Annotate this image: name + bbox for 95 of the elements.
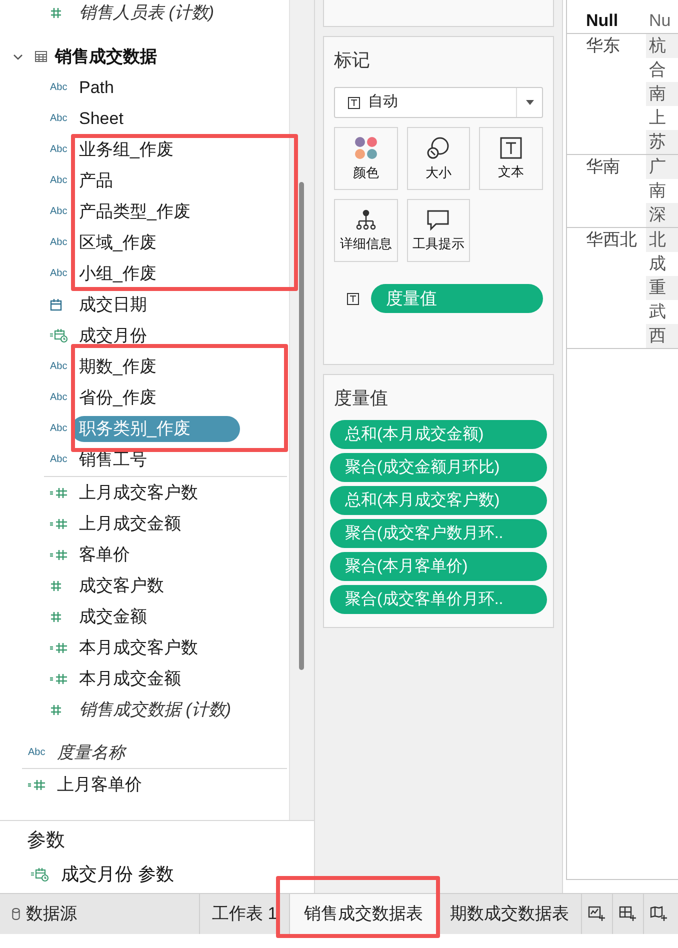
string-type-icon: Abc	[50, 206, 68, 216]
field-item[interactable]: 产品类型_作废	[71, 198, 198, 224]
new-worksheet-icon	[588, 906, 606, 922]
string-type-icon: Abc	[50, 362, 68, 372]
mark-property-button[interactable]: 文本	[479, 127, 543, 190]
field-item[interactable]: 度量名称	[49, 740, 133, 766]
field-item[interactable]: 本月成交金额	[71, 666, 189, 692]
field-item[interactable]: Sheet	[71, 106, 132, 132]
field-item[interactable]: 销售人员表 (计数)	[71, 0, 222, 26]
table-name[interactable]: 销售成交数据	[55, 44, 157, 70]
calculated-number-icon	[50, 672, 67, 684]
field-item[interactable]: 销售工号	[71, 446, 155, 472]
number-type-icon	[50, 704, 62, 716]
string-type-icon: Abc	[50, 114, 68, 124]
mark-property-button[interactable]: 大小	[406, 127, 470, 190]
number-type-icon	[50, 580, 62, 592]
field-item[interactable]: 产品	[71, 168, 121, 194]
chevron-icon[interactable]	[13, 52, 23, 62]
table-cell-text: 上	[648, 107, 667, 129]
table-cell-text: 成	[648, 253, 667, 275]
table-cell: 重	[646, 276, 678, 300]
field-item[interactable]: 区域_作废	[71, 230, 164, 256]
field-item[interactable]: 成交月份	[71, 322, 155, 348]
table-cell-text: 南	[648, 180, 667, 202]
table-cell-text: 武	[648, 301, 667, 323]
string-type-icon: Abc	[28, 748, 46, 758]
calendar-clock-icon	[50, 328, 68, 342]
string-type-icon: Abc	[50, 268, 68, 278]
table-cell: 苏	[646, 130, 678, 154]
table-cell: 西	[646, 324, 678, 348]
calculated-number-icon	[50, 642, 67, 654]
calculated-number-icon	[50, 486, 67, 498]
field-item[interactable]: 省份_作废	[71, 384, 164, 410]
string-type-icon: Abc	[50, 82, 68, 92]
color-dots-icon	[354, 136, 378, 160]
mark-property-button[interactable]: 工具提示	[406, 199, 470, 262]
caret-icon	[526, 100, 534, 105]
text-mark-icon	[347, 292, 359, 304]
mark-type-dropdown[interactable]: 自动	[334, 87, 543, 118]
text-mark-icon	[348, 96, 360, 108]
text-icon	[500, 137, 522, 159]
new-story-icon	[650, 906, 668, 922]
table-cell: 杭	[646, 34, 678, 58]
table-cell: 深	[646, 203, 678, 227]
row-header: Null	[585, 10, 620, 32]
table-cell: 广	[646, 155, 678, 179]
calculated-number-icon	[50, 548, 67, 560]
calculated-number-icon	[28, 778, 45, 790]
sheet-tab[interactable]: 期数成交数据表	[438, 894, 582, 934]
row-header: 华西北	[585, 229, 638, 251]
table-icon	[35, 51, 47, 62]
mark-property-button[interactable]: 详细信息	[334, 199, 398, 262]
table-cell: 北	[646, 228, 678, 252]
parameters-title: 参数	[27, 829, 65, 853]
row-header: 华东	[585, 35, 621, 57]
table-cell: 南	[646, 82, 678, 106]
field-item[interactable]: 上月成交客户数	[71, 480, 206, 506]
calculated-number-icon	[50, 518, 67, 530]
row-header: 华南	[585, 156, 621, 178]
field-item[interactable]: Path	[71, 74, 122, 100]
string-type-icon: Abc	[50, 424, 68, 434]
string-type-icon: Abc	[50, 454, 68, 464]
sheet-tab[interactable]: 工作表 1	[200, 894, 290, 934]
calendar-icon	[50, 298, 62, 310]
marks-title: 标记	[334, 49, 370, 72]
field-item[interactable]: 成交日期	[71, 292, 155, 318]
field-item[interactable]: 本月成交客户数	[71, 634, 206, 660]
new-dashboard-icon	[619, 906, 638, 922]
field-item[interactable]: 成交客户数	[71, 572, 172, 598]
field-item[interactable]: 上月客单价	[49, 772, 150, 798]
field-item[interactable]: 销售成交数据 (计数)	[71, 696, 240, 722]
string-type-icon: Abc	[50, 144, 68, 154]
number-type-icon	[50, 610, 62, 622]
mark-property-button[interactable]: 颜色	[334, 127, 398, 190]
table-cell-text: 合	[648, 59, 667, 81]
string-type-icon: Abc	[50, 392, 68, 402]
field-item[interactable]: 小组_作废	[71, 260, 164, 286]
scrollbar-thumb[interactable]	[299, 182, 304, 670]
speech-bubble-icon	[426, 209, 450, 231]
table-cell-text: Nu	[648, 10, 672, 32]
field-item[interactable]: 期数_作废	[71, 354, 164, 380]
string-type-icon: Abc	[50, 238, 68, 248]
database-icon	[12, 908, 20, 920]
parameter-item[interactable]: 成交月份 参数	[61, 861, 174, 888]
hierarchy-icon	[354, 209, 377, 231]
calendar-clock-icon	[31, 868, 49, 882]
field-item[interactable]: 业务组_作废	[71, 136, 182, 162]
measure-values-title: 度量值	[334, 387, 388, 410]
string-type-icon: Abc	[50, 176, 68, 186]
sheet-tab[interactable]: 销售成交数据表	[289, 894, 438, 934]
number-type-icon	[50, 6, 62, 18]
field-item[interactable]: 上月成交金额	[71, 510, 189, 536]
size-circles-icon	[426, 136, 450, 160]
field-item[interactable]: 成交金额	[71, 604, 155, 630]
field-item[interactable]: 客单价	[71, 542, 138, 568]
